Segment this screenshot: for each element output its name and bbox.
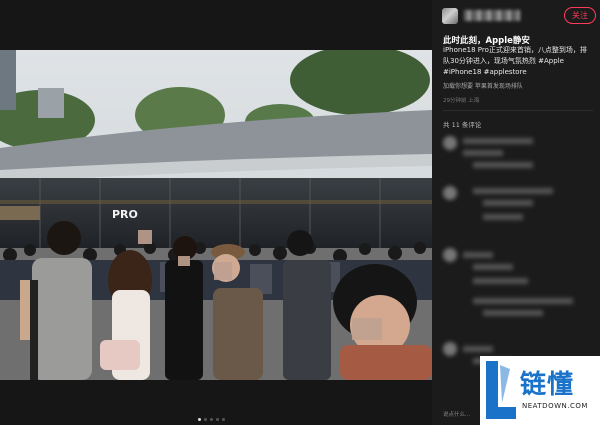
divider (443, 110, 593, 111)
comment-text-blurred (463, 138, 533, 144)
store-sign-text: PRO (112, 208, 138, 221)
comment-text-blurred (483, 200, 533, 206)
post-body: iPhone18 Pro正式迎来首销，八点整到场，排队30分钟进入，现场气氛热烈… (443, 45, 593, 78)
comment-text-blurred (473, 162, 533, 168)
watermark-logo: 链懂 NEATDOWN.COM (480, 356, 600, 425)
comment-text-blurred (483, 310, 543, 316)
carousel-dots[interactable] (198, 418, 225, 421)
post-location-tag[interactable]: 加载你想要 苹果首发现场排队 (443, 81, 523, 90)
comment-text-blurred (463, 346, 493, 352)
comment-text-blurred (463, 252, 493, 258)
comment-text-blurred (463, 150, 503, 156)
image-viewer: PRO (0, 0, 432, 425)
comment-item[interactable] (443, 186, 593, 231)
comment-item[interactable] (443, 136, 593, 181)
comment-item[interactable] (443, 296, 593, 336)
comment-avatar (443, 342, 457, 356)
watermark-brand: 链懂 (520, 370, 575, 400)
comment-avatar (443, 248, 457, 262)
comment-text-blurred (483, 214, 523, 220)
carousel-dot[interactable] (216, 418, 219, 421)
comment-text-blurred (473, 278, 528, 284)
author-name-blurred[interactable] (464, 10, 520, 21)
comment-text-blurred (473, 298, 573, 304)
carousel-dot[interactable] (198, 418, 201, 421)
comment-count: 共 11 条评论 (443, 121, 482, 129)
carousel-dot[interactable] (222, 418, 225, 421)
post-photo[interactable]: PRO (0, 50, 432, 380)
author-header: 关注 (442, 6, 600, 26)
carousel-dot[interactable] (210, 418, 213, 421)
comment-item[interactable] (443, 248, 593, 293)
follow-button[interactable]: 关注 (564, 7, 596, 24)
watermark-domain: NEATDOWN.COM (522, 402, 588, 410)
comment-text-blurred (473, 264, 513, 270)
comment-avatar (443, 186, 457, 200)
carousel-dot[interactable] (204, 418, 207, 421)
comment-text-blurred (473, 188, 553, 194)
post-body-text: iPhone18 Pro正式迎来首销，八点整到场，排队30分钟进入，现场气氛热烈 (443, 46, 587, 65)
logo-mark-icon (486, 361, 516, 419)
comment-avatar (443, 136, 457, 150)
avatar[interactable] (442, 8, 458, 24)
post-timestamp: 29分钟前 上海 (443, 98, 480, 104)
